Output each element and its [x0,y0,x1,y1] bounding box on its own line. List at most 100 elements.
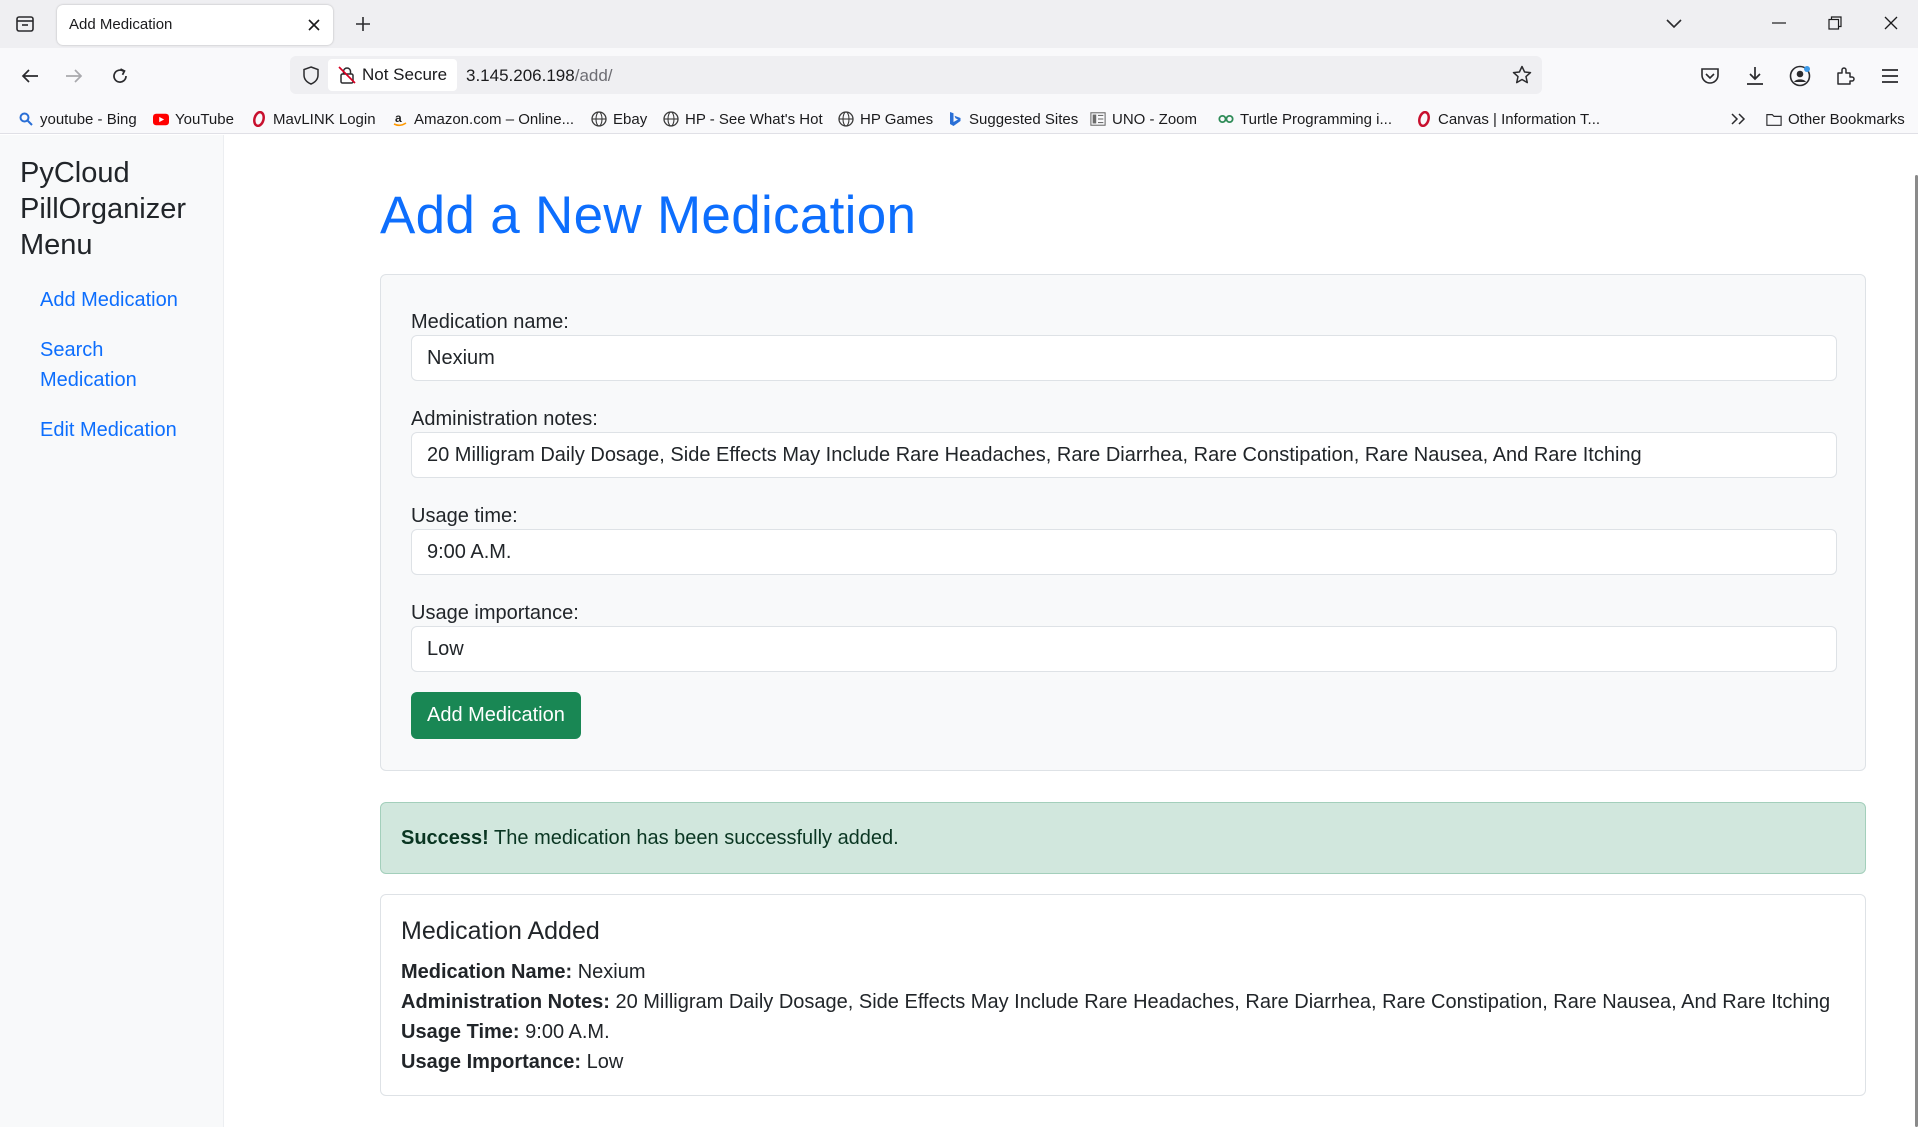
sidebar-item-add-medication[interactable]: Add Medication [40,285,178,315]
result-time-row: Usage Time: 9:00 A.M. [401,1021,610,1044]
not-secure-label: Not Secure [362,65,448,84]
folder-icon [1766,111,1782,127]
close-tab-icon[interactable] [303,14,325,36]
bookmark-youtube-bing[interactable]: youtube - Bing [18,108,137,130]
sidebar: PyCloud PillOrganizer Menu Add Medicatio… [0,135,224,1127]
minimize-icon[interactable] [1757,6,1801,40]
result-notes-key: Administration Notes: [401,991,610,1013]
usage-importance-label: Usage importance: [411,602,579,624]
result-importance-row: Usage Importance: Low [401,1051,623,1074]
forward-arrow-icon[interactable] [58,60,90,92]
globe-icon [838,111,854,127]
sidebar-item-search-medication[interactable]: Search Medication [40,335,200,395]
tab-title: Add Medication [69,16,173,33]
bookmarks-overflow-icon[interactable] [1730,108,1746,130]
bookmark-label: MavLINK Login [273,110,376,128]
url-text[interactable]: 3.145.206.198/add/ [466,66,613,86]
address-bar[interactable]: Not Secure 3.145.206.198/add/ [290,56,1542,94]
canvas-icon [1416,111,1432,127]
bookmark-label: HP Games [860,110,934,128]
result-title: Medication Added [401,917,600,945]
browser-toolbar: Not Secure 3.145.206.198/add/ [0,48,1918,104]
result-time-value: 9:00 A.M. [525,1021,610,1043]
browser-tab-bar: Add Medication [0,0,1918,48]
amazon-icon: a [392,111,408,127]
bookmark-suggested-sites[interactable]: Suggested Sites [947,108,1078,130]
bookmark-label: Amazon.com – Online... [414,110,575,128]
reload-icon[interactable] [104,60,136,92]
result-time-key: Usage Time: [401,1021,520,1043]
alert-strong: Success! [401,827,489,849]
youtube-icon [153,111,169,127]
svg-text:a: a [395,111,402,125]
url-path: /add/ [574,66,613,85]
medication-added-card: Medication Added Medication Name: Nexium… [380,894,1866,1096]
bookmark-amazon[interactable]: a Amazon.com – Online... [392,108,574,130]
bing-icon [947,111,963,127]
sidebar-brand: PyCloud PillOrganizer Menu [20,157,186,261]
result-notes-row: Administration Notes: 20 Milligram Daily… [401,991,1830,1014]
bookmark-hp-games[interactable]: HP Games [838,108,933,130]
bing-search-icon [18,111,34,127]
bookmark-uno-zoom[interactable]: UNO - Zoom [1090,108,1197,130]
extensions-icon[interactable] [1831,62,1859,90]
document-icon [1090,111,1106,127]
account-icon[interactable] [1786,62,1814,90]
shield-icon[interactable] [300,64,322,86]
url-host: 3.145.206.198 [466,66,575,85]
bookmark-label: Ebay [613,110,648,128]
bookmark-label: Turtle Programming i... [1240,110,1392,128]
active-tab[interactable]: Add Medication [57,5,333,45]
bookmark-canvas[interactable]: Canvas | Information T... [1416,108,1600,130]
administration-notes-input[interactable] [411,432,1837,478]
result-notes-value: 20 Milligram Daily Dosage, Side Effects … [615,991,1831,1013]
usage-importance-input[interactable] [411,626,1837,672]
chevron-down-icon[interactable] [1660,10,1688,38]
other-bookmarks-label: Other Bookmarks [1788,110,1905,128]
add-medication-button[interactable]: Add Medication [411,692,581,739]
medication-name-input[interactable] [411,335,1837,381]
usage-time-label: Usage time: [411,505,518,527]
bookmark-turtle-programming[interactable]: Turtle Programming i... [1218,108,1392,130]
bookmark-label: Canvas | Information T... [1438,110,1601,128]
restore-icon[interactable] [1813,6,1857,40]
bookmark-label: YouTube [175,110,234,128]
globe-icon [663,111,679,127]
tab-list-icon[interactable] [12,11,38,37]
bookmarks-toolbar: youtube - Bing YouTube MavLINK Login a A… [0,104,1918,134]
result-importance-value: Low [586,1051,624,1073]
turtle-icon [1218,111,1234,127]
bookmark-star-icon[interactable] [1510,63,1534,87]
bookmark-ebay[interactable]: Ebay [591,108,647,130]
bookmark-label: UNO - Zoom [1112,110,1198,128]
bookmark-hp-whats-hot[interactable]: HP - See What's Hot [663,108,823,130]
sidebar-item-edit-medication[interactable]: Edit Medication [40,415,177,445]
alert-message: The medication has been successfully add… [494,827,899,849]
add-medication-form: Medication name: Administration notes: U… [380,274,1866,771]
back-arrow-icon[interactable] [14,60,46,92]
mavlink-icon [251,111,267,127]
success-alert: Success! The medication has been success… [380,802,1866,874]
main-content: Add a New Medication Medication name: Ad… [224,135,1918,1127]
hamburger-menu-icon[interactable] [1876,62,1904,90]
alert-text: Success! The medication has been success… [401,827,899,850]
new-tab-icon[interactable] [349,10,377,38]
bookmark-label: Suggested Sites [969,110,1079,128]
bookmark-mavlink[interactable]: MavLINK Login [251,108,376,130]
globe-icon [591,111,607,127]
bookmark-youtube[interactable]: YouTube [153,108,234,130]
bookmark-label: HP - See What's Hot [685,110,823,128]
usage-time-input[interactable] [411,529,1837,575]
downloads-icon[interactable] [1741,62,1769,90]
result-importance-key: Usage Importance: [401,1051,582,1073]
medication-name-label: Medication name: [411,311,569,333]
result-name-value: Nexium [577,961,646,983]
administration-notes-label: Administration notes: [411,408,598,430]
site-security-indicator[interactable]: Not Secure [328,59,458,91]
bookmark-label: youtube - Bing [40,110,137,128]
other-bookmarks[interactable]: Other Bookmarks [1766,108,1905,130]
result-name-key: Medication Name: [401,961,573,983]
pocket-icon[interactable] [1696,62,1724,90]
close-window-icon[interactable] [1869,6,1913,40]
result-name-row: Medication Name: Nexium [401,961,646,984]
